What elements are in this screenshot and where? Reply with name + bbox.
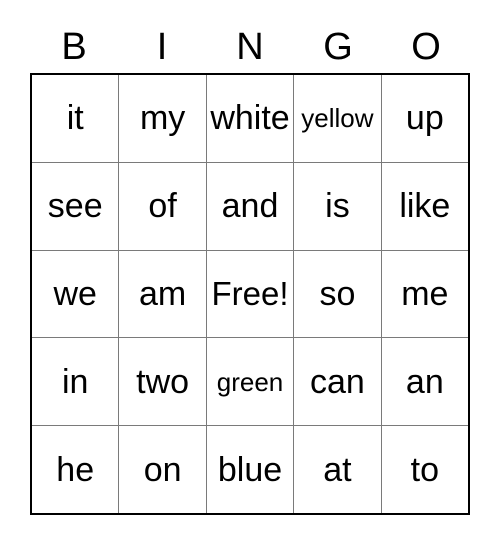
bingo-free-cell[interactable]: Free! [206,250,295,338]
bingo-header-letter-n: N [206,22,294,72]
bingo-cell-label: up [405,99,444,138]
bingo-card: B I N G O it my white yellow up see of a… [0,0,500,544]
bingo-header-letter-i-label: I [156,26,168,68]
bingo-cell-label: am [138,274,187,313]
bingo-grid: it my white yellow up see of and is like… [30,73,470,515]
bingo-cell[interactable]: white [206,75,295,162]
bingo-cell[interactable]: like [381,162,469,250]
bingo-cell[interactable]: it [32,75,120,162]
bingo-cell-label: can [310,362,365,401]
bingo-row: it my white yellow up [32,75,469,163]
bingo-row: he on blue at to [32,426,469,513]
bingo-header-letter-b: B [30,22,118,72]
bingo-cell[interactable]: can [294,338,382,426]
bingo-cell-label: of [148,187,177,226]
bingo-cell[interactable]: up [381,75,469,162]
bingo-cell[interactable]: my [119,75,207,162]
bingo-cell[interactable]: blue [206,426,295,513]
bingo-row: see of and is like [32,162,469,251]
bingo-row: in two green can an [32,338,469,427]
bingo-free-cell-label: Free! [211,275,289,313]
bingo-cell[interactable]: to [381,426,469,513]
bingo-cell-label: at [323,450,352,489]
bingo-cell-label: white [210,99,290,138]
bingo-header-letter-n-label: N [236,26,264,68]
bingo-header-letter-g-label: G [323,26,353,68]
bingo-cell-label: my [139,99,186,138]
bingo-cell-label: so [319,274,356,313]
bingo-cell[interactable]: me [381,250,469,338]
bingo-header-letter-i: I [118,22,206,72]
bingo-cell-label: and [221,187,279,226]
bingo-cell[interactable]: see [32,162,120,250]
bingo-cell[interactable]: so [294,250,382,338]
bingo-cell[interactable]: at [294,426,382,513]
bingo-cell[interactable]: am [119,250,207,338]
bingo-cell-label: yellow [301,103,374,134]
bingo-cell[interactable]: on [119,426,207,513]
bingo-cell-label: like [399,187,451,226]
bingo-cell[interactable]: two [119,338,207,426]
bingo-cell-label: we [53,274,97,313]
bingo-header-row: B I N G O [30,22,470,72]
bingo-cell[interactable]: he [32,426,120,513]
bingo-cell-label: is [325,187,350,226]
bingo-cell[interactable]: green [206,338,295,426]
bingo-cell-label: two [136,362,190,401]
bingo-cell[interactable]: yellow [294,75,382,162]
bingo-cell-label: on [143,450,182,489]
bingo-cell-label: see [47,187,103,226]
bingo-row: we am Free! so me [32,250,469,339]
bingo-cell[interactable]: and [206,162,295,250]
bingo-cell-label: in [61,362,89,401]
bingo-cell-label: me [401,274,449,313]
bingo-cell-label: to [410,450,439,489]
bingo-cell-label: green [216,366,284,397]
bingo-cell[interactable]: we [32,250,120,338]
bingo-cell-label: blue [217,450,283,489]
bingo-cell-label: he [56,450,95,489]
bingo-header-letter-o-label: O [411,26,441,68]
bingo-cell[interactable]: is [294,162,382,250]
bingo-header-letter-g: G [294,22,382,72]
bingo-cell-label: it [66,99,84,138]
bingo-cell[interactable]: in [32,338,120,426]
bingo-cell-label: an [405,362,444,401]
bingo-cell[interactable]: of [119,162,207,250]
bingo-header-letter-b-label: B [61,26,87,68]
bingo-cell[interactable]: an [381,338,469,426]
bingo-header-letter-o: O [382,22,470,72]
